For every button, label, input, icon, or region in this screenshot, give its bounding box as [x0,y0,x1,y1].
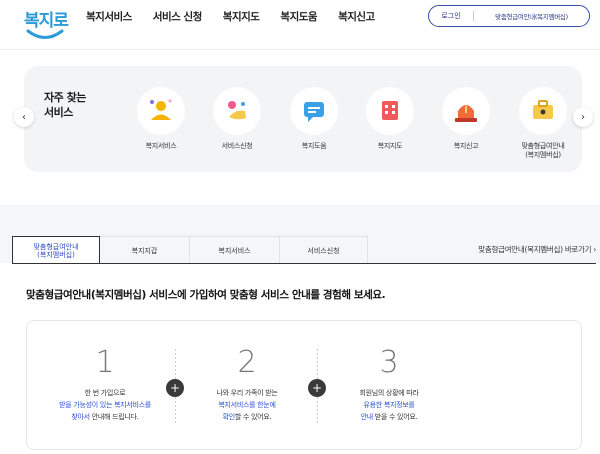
step-description: 회원님의 상황에 따라 유용한 복지정보를 안내 받을 수 있어요. [314,387,464,423]
quick-item-label: 맞춤형급여안내 (복지멤버십) [515,142,571,160]
step-line1: 한 번 가입으로 [84,389,126,397]
nav-welfare-report[interactable]: 복지신고 [338,9,375,24]
nav-service-apply[interactable]: 서비스 신청 [153,9,202,24]
login-button[interactable]: 로그인 [429,11,473,21]
chat-icon [290,87,338,135]
quick-item-membership[interactable]: 맞춤형급여안내 (복지멤버십) [515,87,571,160]
step-line2: 받을 가능성이 있는 복지서비스를 [59,401,151,409]
briefcase-icon [519,87,567,135]
nav-welfare-map[interactable]: 복지지도 [223,9,260,24]
tab-label-line1: 맞춤형급여안내 [33,242,79,251]
step-line3: 찾아서 안내해 드립니다. [30,411,180,423]
step-description: 한 번 가입으로 받을 가능성이 있는 복지서비스를 찾아서 안내해 드립니다. [30,387,180,423]
quick-title-line2: 서비스 [44,106,73,119]
tab-label: 복지서비스 [218,246,251,255]
step-number: 2 [237,345,257,380]
carousel-prev-button[interactable]: ‹ [14,107,34,127]
tab-welfare-wallet[interactable]: 복지지갑 [100,236,190,264]
step-line3-highlight: 확인 [222,413,236,421]
map-building-icon [366,87,414,135]
nav-welfare-help[interactable]: 복지도움 [280,9,317,24]
step-2: 2 나와 우리 가족이 받는 복지서비스를 한눈에 확인할 수 있어요. [172,345,322,423]
quick-item-service-apply[interactable]: 서비스신청 [209,87,265,151]
tab-label: 복지지갑 [131,246,158,255]
quick-item-welfare-service[interactable]: 복지서비스 [133,87,189,151]
membership-shortcut-link[interactable]: 맞춤형급여안내(복지멤버십) 바로가기 › [478,244,596,255]
header-button-group: 로그인 맞춤형급여안내(복지멤버십) [428,5,590,27]
quick-item-label-line1: 맞춤형급여안내 [521,142,565,150]
tab-label-line2: (복지멤버십) [37,250,75,259]
person-icon [137,87,185,135]
hand-icon [213,87,261,135]
tab-underline [12,263,596,264]
tab-service-apply[interactable]: 서비스신청 [280,236,368,264]
quick-item-label: 복지도움 [301,142,327,150]
quick-item-label: 서비스신청 [221,142,253,150]
step-line1: 나와 우리 가족이 받는 [216,389,278,397]
chevron-left-icon: ‹ [22,111,26,123]
logo[interactable]: 복지로 [22,4,69,44]
step-line3-rest: 안내해 드립니다. [89,413,139,421]
step-number: 1 [95,345,115,380]
quick-item-label-line2: (복지멤버십) [525,151,561,159]
quick-services-title: 자주 찾는 서비스 [44,90,86,120]
step-line3-rest: 할 수 있어요. [234,413,272,421]
intro-text: 맞춤형급여안내(복지멤버십) 서비스에 가입하여 맞춤형 서비스 안내를 경험해… [26,289,386,301]
step-line2: 복지서비스를 한눈에 [218,401,276,409]
quick-item-label: 복지신고 [453,142,479,150]
tab-label: 서비스신청 [307,246,340,255]
step-line1: 회원님의 상황에 따라 [359,389,419,397]
quick-item-label: 복지서비스 [145,142,177,150]
siren-icon [442,87,490,135]
step-description: 나와 우리 가족이 받는 복지서비스를 한눈에 확인할 수 있어요. [172,387,322,423]
step-line3-highlight: 안내 [360,413,374,421]
step-line2: 유용한 복지정보를 [363,401,415,409]
quick-item-welfare-map[interactable]: 복지지도 [362,87,418,151]
chevron-right-icon: › [581,111,585,123]
steps-card: 1 한 번 가입으로 받을 가능성이 있는 복지서비스를 찾아서 안내해 드립니… [26,320,582,450]
quick-item-label: 복지지도 [377,142,403,150]
quick-item-welfare-report[interactable]: 복지신고 [438,87,494,151]
step-number: 3 [379,345,399,380]
step-line3: 안내 받을 수 있어요. [314,411,464,423]
nav-welfare-service[interactable]: 복지서비스 [86,9,132,24]
logo-smile-icon [26,29,64,39]
quick-title-line1: 자주 찾는 [44,91,86,104]
carousel-next-button[interactable]: › [573,107,593,127]
step-line3-rest: 받을 수 있어요. [372,413,418,421]
site-header: 복지로 복지서비스 서비스 신청 복지지도 복지도움 복지신고 로그인 맞춤형급… [0,0,600,50]
main-nav: 복지서비스 서비스 신청 복지지도 복지도움 복지신고 [86,9,396,24]
step-3: 3 회원님의 상황에 따라 유용한 복지정보를 안내 받을 수 있어요. [314,345,464,423]
step-line3: 확인할 수 있어요. [172,411,322,423]
membership-button[interactable]: 맞춤형급여안내(복지멤버십) [474,11,589,21]
step-1: 1 한 번 가입으로 받을 가능성이 있는 복지서비스를 찾아서 안내해 드립니… [30,345,180,423]
quick-item-welfare-help[interactable]: 복지도움 [286,87,342,151]
step-line3-highlight: 찾아서 [71,413,90,421]
tab-membership[interactable]: 맞춤형급여안내 (복지멤버십) [12,236,100,264]
tab-bar: 맞춤형급여안내 (복지멤버십) 복지지갑 복지서비스 서비스신청 [12,236,368,264]
tab-welfare-service[interactable]: 복지서비스 [190,236,280,264]
